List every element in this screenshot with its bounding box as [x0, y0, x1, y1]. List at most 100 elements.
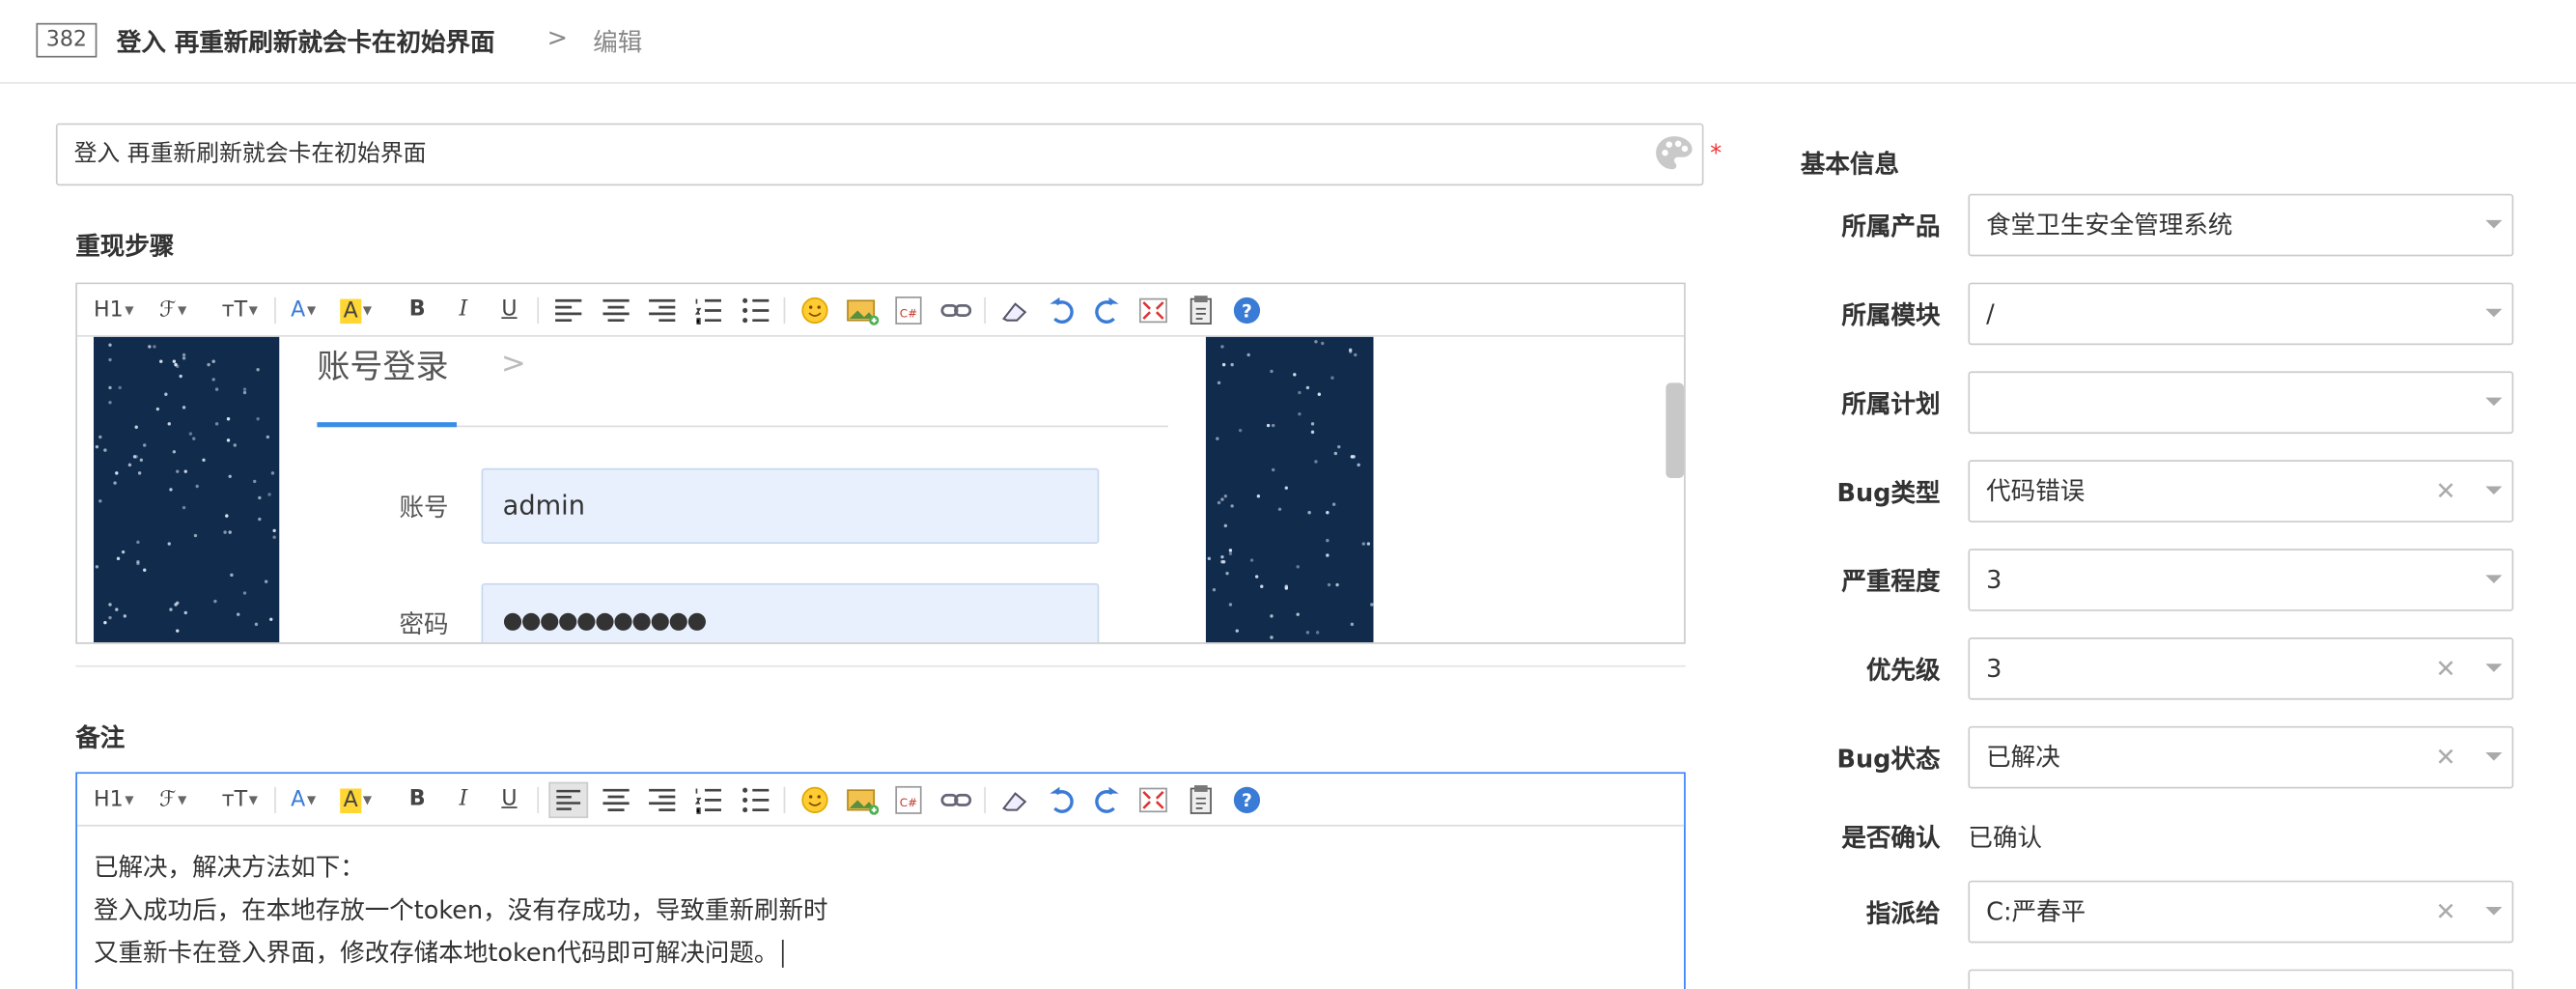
star-dot: [1220, 555, 1224, 560]
field-select[interactable]: [1968, 371, 2514, 435]
star-dot: [1270, 635, 1274, 639]
clear-icon[interactable]: ✕: [2435, 639, 2455, 698]
star-dot: [1269, 613, 1274, 618]
star-dot: [1326, 511, 1330, 515]
toolbar-divider: [783, 786, 786, 813]
confirm-label: 是否确认: [1841, 823, 1941, 853]
star-dot: [212, 599, 216, 604]
star-dot: [107, 616, 112, 620]
star-dot: [1295, 612, 1300, 617]
align-left-icon[interactable]: [548, 781, 589, 819]
code-icon[interactable]: C#: [894, 782, 924, 818]
assign-select[interactable]: C:严春平 ✕: [1968, 880, 2514, 944]
star-dot: [193, 533, 198, 538]
redo-icon[interactable]: [1093, 782, 1123, 818]
star-dot: [1313, 459, 1318, 464]
field-select[interactable]: 代码错误 ✕: [1968, 460, 2514, 523]
font-color-button[interactable]: A ▼: [291, 782, 316, 818]
field-select[interactable]: 已解决 ✕: [1968, 725, 2514, 789]
star-dot: [227, 438, 231, 442]
ordered-list-icon[interactable]: [693, 782, 723, 818]
bg-color-button[interactable]: A ▼: [340, 782, 372, 818]
notes-label: 备注: [75, 722, 126, 753]
chevron-down-icon[interactable]: [2485, 664, 2503, 672]
fullscreen-icon[interactable]: [1138, 782, 1168, 818]
chevron-down-icon[interactable]: [2485, 752, 2503, 761]
field-select[interactable]: /: [1968, 282, 2514, 346]
star-dot: [175, 469, 179, 473]
font-label: ℱ: [159, 787, 177, 813]
star-dot: [158, 359, 162, 364]
bug-edit-page: 382 登入 再重新刷新就会卡在初始界面 > 编辑 登入 再重新刷新就会卡在初始…: [0, 0, 2576, 989]
star-dot: [118, 386, 122, 390]
breadcrumb-edit: 编辑: [593, 27, 643, 58]
password-label: 密码: [399, 609, 449, 639]
star-dot: [188, 432, 193, 436]
next-field-select[interactable]: [1968, 969, 2514, 989]
star-dot: [137, 470, 142, 474]
star-dot: [1310, 430, 1315, 434]
star-dot: [1310, 422, 1315, 427]
field-value: 3: [1986, 653, 2002, 684]
star-dot: [143, 443, 148, 447]
chevron-down-icon[interactable]: [2485, 219, 2503, 229]
emoji-icon[interactable]: [800, 782, 830, 818]
star-dot: [176, 629, 181, 633]
undo-icon[interactable]: [1047, 782, 1077, 818]
italic-button[interactable]: I: [452, 782, 475, 818]
align-right-icon[interactable]: [647, 782, 677, 818]
field-value: 3: [1986, 565, 2002, 595]
clear-icon[interactable]: ✕: [2435, 882, 2455, 941]
chevron-down-icon[interactable]: [2485, 906, 2503, 916]
star-dot: [1357, 463, 1360, 466]
chevron-down-icon[interactable]: [2485, 308, 2503, 318]
star-dot: [1266, 424, 1270, 428]
star-dot: [1223, 523, 1227, 527]
star-dot: [1217, 381, 1220, 385]
star-dot: [1228, 552, 1232, 556]
star-dot: [1239, 428, 1244, 432]
notes-line: 又重新卡在登入界面，修改存储本地token代码即可解决问题。: [93, 938, 779, 968]
star-dot: [1333, 451, 1337, 455]
field-value: 代码错误: [1986, 476, 2086, 506]
star-dot: [1313, 339, 1318, 344]
help-icon[interactable]: ?: [1232, 782, 1262, 818]
field-select[interactable]: 3 ✕: [1968, 636, 2514, 700]
clear-icon[interactable]: ✕: [2435, 462, 2455, 521]
toolbar-divider: [984, 786, 986, 813]
palette-icon[interactable]: [1653, 133, 1695, 176]
chevron-down-icon[interactable]: [2485, 486, 2503, 495]
font-color-label: A: [291, 787, 306, 813]
star-dot: [135, 426, 139, 430]
eraser-icon[interactable]: [999, 782, 1029, 818]
star-dot: [113, 481, 117, 485]
star-dot: [1207, 556, 1211, 560]
field-select[interactable]: 食堂卫生安全管理系统: [1968, 193, 2514, 257]
star-dot: [223, 529, 227, 534]
image-icon[interactable]: [846, 782, 880, 818]
size-label: тT: [221, 787, 248, 813]
star-dot: [1220, 345, 1224, 349]
star-dot: [1316, 631, 1321, 635]
font-family-button[interactable]: ℱ ▼: [159, 782, 186, 818]
bold-button[interactable]: B: [406, 782, 429, 818]
font-size-button[interactable]: тT ▼: [222, 782, 258, 818]
bullet-list-icon[interactable]: [741, 782, 770, 818]
bug-title-input[interactable]: 登入 再重新刷新就会卡在初始界面: [55, 123, 1704, 186]
star-dot: [173, 359, 177, 363]
heading-button[interactable]: H1 ▼: [94, 782, 134, 818]
chevron-down-icon[interactable]: [2485, 397, 2503, 407]
heading-button[interactable]: H1 ▼: [94, 293, 134, 328]
notes-editor[interactable]: H1 ▼ ℱ ▼ тT ▼ A ▼ A ▼ B I U C# ? 已解决，解决方…: [75, 772, 1686, 989]
chevron-down-icon[interactable]: [2485, 575, 2503, 583]
star-dot: [1369, 603, 1373, 608]
paste-icon[interactable]: [1187, 782, 1217, 818]
star-dot: [115, 608, 119, 612]
clear-icon[interactable]: ✕: [2435, 728, 2455, 787]
star-dot: [109, 400, 113, 404]
align-center-icon[interactable]: [602, 782, 631, 818]
field-select[interactable]: 3: [1968, 549, 2514, 611]
link-icon[interactable]: [939, 782, 972, 818]
star-dot: [1330, 375, 1334, 380]
underline-button[interactable]: U: [498, 782, 521, 818]
